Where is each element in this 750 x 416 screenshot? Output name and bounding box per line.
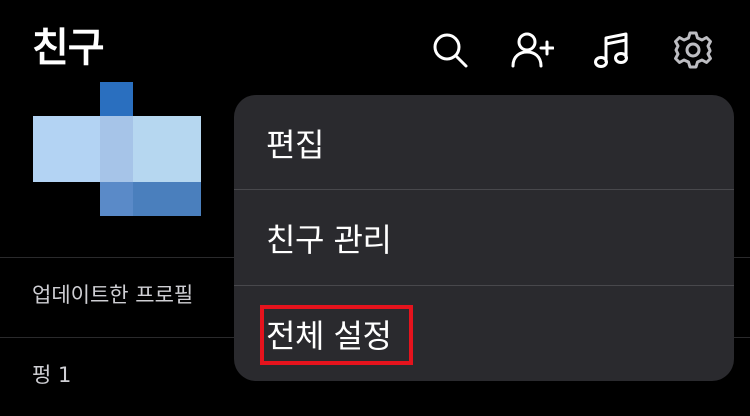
updated-profiles-label: 업데이트한 프로필 [32, 283, 194, 307]
highlight-box [260, 305, 413, 365]
page-title: 친구 [32, 25, 105, 71]
friends-count-label: 펑 1 [32, 363, 72, 387]
menu-item-manage-friends[interactable]: 친구 관리 [234, 190, 734, 285]
add-friend-icon[interactable] [510, 28, 554, 72]
menu-item-edit[interactable]: 편집 [234, 95, 734, 190]
search-icon[interactable] [428, 28, 472, 72]
music-icon[interactable] [590, 28, 634, 72]
friends-screen: 친구 업데이트한 프로필 펑 1 편집 친구 관리 전체 설정 [0, 0, 750, 416]
gear-icon[interactable] [671, 28, 715, 72]
avatar[interactable] [33, 82, 201, 216]
